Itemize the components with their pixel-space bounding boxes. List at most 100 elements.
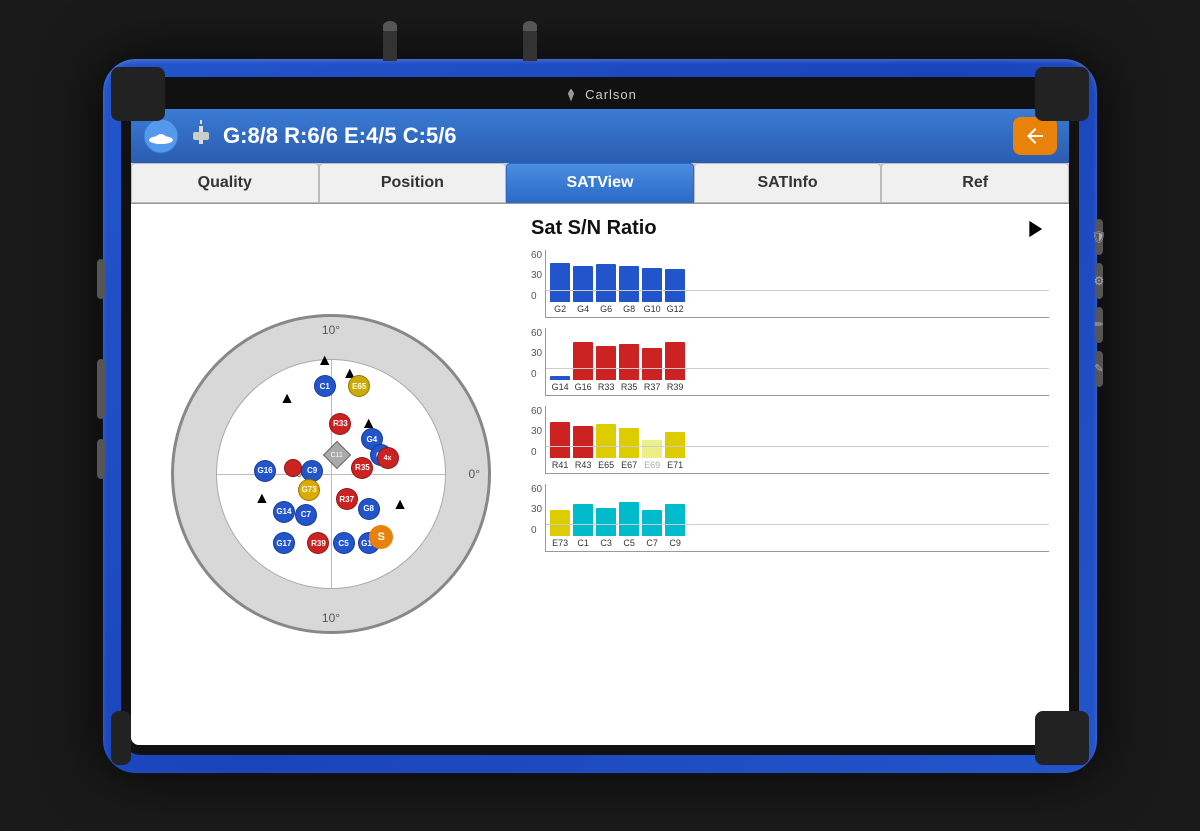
label-c7: C7 [642,538,662,548]
bar-c9 [665,504,685,536]
bar-g8 [619,266,639,302]
side-button-left-top[interactable] [97,259,105,299]
chart-main-title: Sat S/N Ratio [531,217,657,240]
bar-e67 [619,428,639,458]
corner-bl [111,711,131,765]
side-button-left-mid[interactable] [97,359,105,419]
sat-r37: R37 [336,488,358,510]
bar-e65 [596,424,616,458]
skyview-panel: 10° 10° 0° 90° ▲ ▲ ▲ ▲ ▲ [141,214,521,735]
right-button-3[interactable]: ✏ [1095,307,1103,343]
snr-chart-1: 60 30 0 [531,250,1049,318]
carlson-logo-icon [563,87,579,103]
antenna-right [523,29,537,61]
tab-satview[interactable]: SATView [506,163,694,203]
sky-label-right: 0° [469,467,480,481]
sat-c5: C5 [333,532,355,554]
sat-c1: C1 [314,375,336,397]
header-status: G:8/8 R:6/6 E:4/5 C:5/6 [223,123,1003,149]
sat-g2 [284,459,302,477]
chart-title-row: Sat S/N Ratio [531,214,1049,244]
label-g12: G12 [665,304,685,314]
play-button[interactable] [1019,214,1049,244]
back-arrow-icon [1023,124,1047,148]
right-button-4[interactable]: ✎ [1095,351,1103,387]
label-c1: C1 [573,538,593,548]
label-g2: G2 [550,304,570,314]
label-r41: R41 [550,460,570,470]
bar-r41 [550,422,570,458]
tab-quality[interactable]: Quality [131,163,319,203]
label-r33: R33 [596,382,616,392]
sky-label-top: 10° [322,323,340,337]
bar-e73 [550,510,570,536]
bar-r33 [596,346,616,380]
bar-g14 [550,376,570,380]
label-e71: E71 [665,460,685,470]
gps-icon [189,118,213,154]
sat-s: S [369,525,393,549]
right-button-2[interactable]: ⚙ [1095,263,1103,299]
corner-tr [1035,67,1089,121]
arrow-g2: ▲ [279,390,295,408]
tab-satinfo[interactable]: SATInfo [694,163,882,203]
sat-c7: C7 [295,504,317,526]
label-g16: G16 [573,382,593,392]
app-header: G:8/8 R:6/6 E:4/5 C:5/6 [131,109,1069,163]
label-g14: G14 [550,382,570,392]
arrow-g14: ▲ [254,490,270,508]
antenna-tip-left [383,21,397,31]
label-r35: R35 [619,382,639,392]
label-g10: G10 [642,304,662,314]
bar-c1 [573,504,593,536]
bar-c5 [619,502,639,536]
chart3-y-axis: 60 30 0 [531,406,545,474]
bar-c3 [596,508,616,536]
bar-e69 [642,440,662,458]
corner-tl [111,67,165,121]
brand-bar: Carlson [131,87,1069,103]
chart1-bars: G2 G4 G6 G8 G10 G12 [545,250,1049,318]
chart1-y-axis: 60 30 0 [531,250,545,318]
sat-r35: R35 [351,457,373,479]
snr-chart-4: 60 30 0 [531,484,1049,552]
arrow-top: ▲ [317,352,333,370]
hardhat-icon [143,118,179,154]
chart1-line30 [546,290,1049,291]
bar-r43 [573,426,593,458]
bar-r39 [665,342,685,380]
label-e65: E65 [596,460,616,470]
bar-g16 [573,342,593,380]
tab-ref[interactable]: Ref [881,163,1069,203]
chart2-bars: G14 G16 R33 R35 R37 R39 [545,328,1049,396]
label-e67: E67 [619,460,639,470]
sat-r39: R39 [307,532,329,554]
sat-g8: G8 [358,498,380,520]
right-button-1[interactable]: 🛡 [1095,219,1103,255]
label-c9: C9 [665,538,685,548]
back-button[interactable] [1013,117,1057,155]
sky-circle-outer: 10° 10° 0° 90° ▲ ▲ ▲ ▲ ▲ [171,314,491,634]
play-icon [1020,215,1048,243]
tab-position[interactable]: Position [319,163,507,203]
bar-g2 [550,263,570,302]
label-g6: G6 [596,304,616,314]
sat-g14: G14 [273,501,295,523]
label-r39: R39 [665,382,685,392]
snr-chart-2: 60 30 0 [531,328,1049,396]
charts-panel: Sat S/N Ratio 60 30 [521,214,1059,735]
arrow-g8: ▲ [392,496,408,514]
label-e69: E69 [642,460,662,470]
right-buttons-panel: 🛡 ⚙ ✏ ✎ [1095,219,1103,387]
chart3-line30 [546,446,1049,447]
sat-g16: G16 [254,460,276,482]
screen-bezel: Carlson G:8/8 R:6/6 E:4/5 C:5/6 [121,77,1079,755]
sat-r33: R33 [329,413,351,435]
label-g8: G8 [619,304,639,314]
sky-label-bottom: 10° [322,611,340,625]
side-button-left-bot[interactable] [97,439,105,479]
sat-e65: E65 [348,375,370,397]
bar-g10 [642,268,662,302]
label-e73: E73 [550,538,570,548]
sat-g73: G73 [298,479,320,501]
